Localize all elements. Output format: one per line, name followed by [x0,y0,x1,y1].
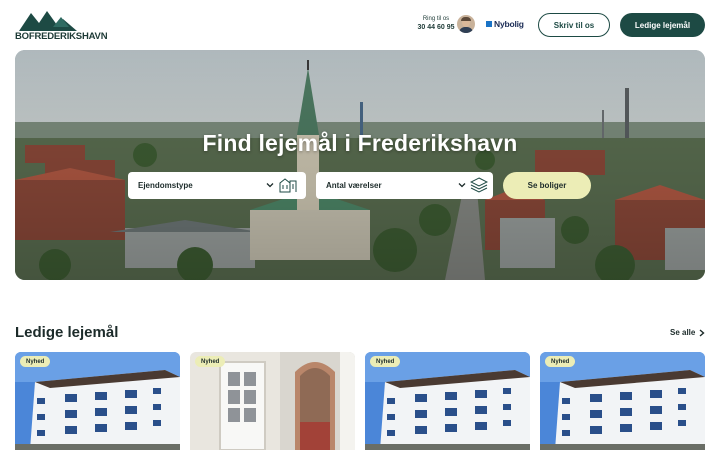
logo-roof-icon [19,11,77,31]
property-type-label: Ejendomstype [138,181,193,190]
listing-card[interactable]: Nyhed [365,352,530,450]
rooms-select[interactable]: Antal værelser [316,172,493,199]
logo[interactable]: BOFREDERIKSHAVN [15,9,108,42]
new-badge: Nyhed [20,356,51,367]
listing-card[interactable]: Nyhed [540,352,705,450]
new-badge: Nyhed [370,356,401,367]
contact-button[interactable]: Skriv til os [538,13,610,37]
property-type-select[interactable]: Ejendomstype [128,172,306,199]
rooms-label: Antal værelser [326,181,382,190]
new-badge: Nyhed [545,356,576,367]
partner-name: Nybolig [494,19,524,29]
listing-card[interactable]: Nyhed [15,352,180,450]
new-badge: Nyhed [195,356,226,367]
nybolig-mark-icon [486,21,492,27]
see-all-link[interactable]: Se alle [670,328,705,337]
layers-icon [470,177,488,193]
avatar [457,15,475,33]
listings-title: Ledige lejemål [15,324,119,341]
hero-banner: Find lejemål i Frederikshavn Ejendomstyp… [15,50,705,280]
chevron-down-icon [266,183,274,188]
chevron-right-icon [699,328,705,337]
listing-card[interactable]: Nyhed [190,352,355,450]
call-us-label: Ring til os [422,16,450,22]
hero-title: Find lejemål i Frederikshavn [202,130,518,156]
search-button[interactable]: Se boliger [503,172,591,199]
site-header: BOFREDERIKSHAVN Ring til os 30 44 60 95 … [0,0,720,50]
building-icon [279,178,297,193]
phone-number[interactable]: 30 44 60 95 [414,24,458,31]
hero-city-image [15,50,705,280]
logo-text: BOFREDERIKSHAVN [15,31,108,42]
rentals-button[interactable]: Ledige lejemål [620,13,705,37]
call-us[interactable]: Ring til os 30 44 60 95 [414,16,458,31]
partner-logo[interactable]: Nybolig [486,19,524,29]
chevron-down-icon [458,183,466,188]
see-all-label: Se alle [670,328,696,337]
